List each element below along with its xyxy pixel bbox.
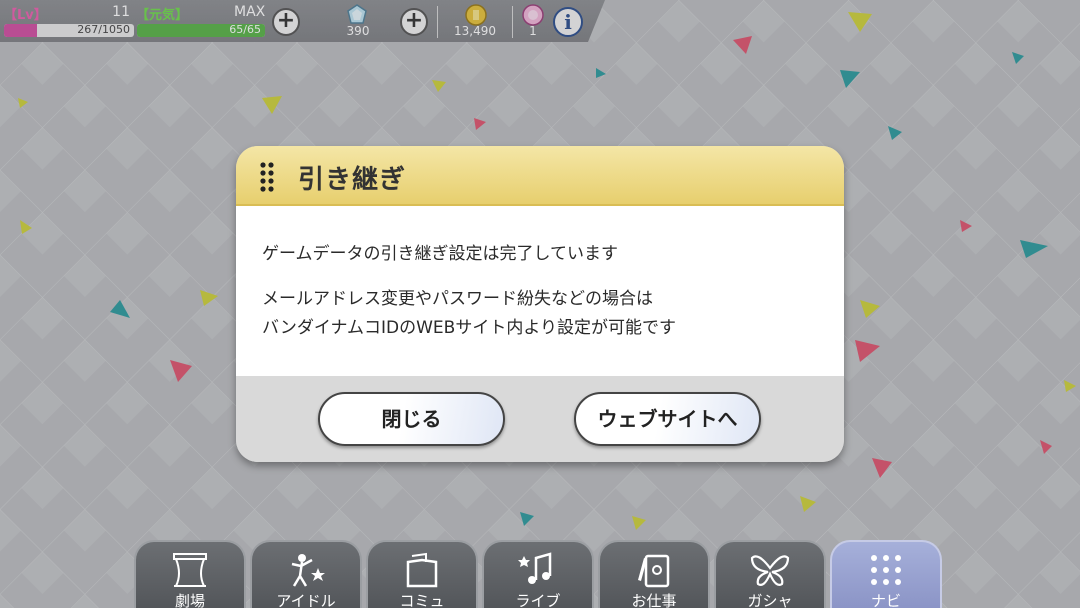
- nav-tab-gacha[interactable]: ガシャ: [714, 540, 826, 608]
- nav-tab-commu[interactable]: コミュ: [366, 540, 478, 608]
- dialog-message-line: メールアドレス変更やパスワード紛失などの場合は: [262, 289, 653, 309]
- nav-label: アイドル: [276, 592, 336, 608]
- dialog-message-line: バンダイナムコIDのWEBサイト内より設定が可能です: [262, 318, 676, 338]
- nav-tab-idol[interactable]: アイドル: [250, 540, 362, 608]
- transfer-dialog: 引き継ぎ ゲームデータの引き継ぎ設定は完了しています メールアドレス変更やパスワ…: [236, 146, 844, 462]
- idol-icon: [291, 554, 325, 587]
- dialog-header: 引き継ぎ: [236, 146, 844, 206]
- commu-icon: [406, 552, 438, 588]
- nav-label: コミュ: [399, 592, 445, 608]
- dialog-body: ゲームデータの引き継ぎ設定は完了しています メールアドレス変更やパスワード紛失な…: [236, 206, 844, 376]
- nav-label: 劇場: [174, 592, 205, 608]
- nav-label: ライブ: [515, 592, 561, 608]
- grip-icon: [260, 162, 274, 192]
- live-icon: [518, 552, 552, 584]
- dialog-title: 引き継ぎ: [298, 165, 407, 195]
- dialog-footer: 閉じる ウェブサイトへ: [236, 376, 844, 462]
- website-button[interactable]: ウェブサイトへ: [574, 392, 761, 446]
- nav-label: お仕事: [631, 592, 677, 608]
- navi-icon: [871, 555, 901, 585]
- gacha-icon: [750, 555, 790, 586]
- work-icon: [638, 554, 670, 588]
- nav-label: ガシャ: [747, 592, 793, 608]
- nav-tab-theater[interactable]: 劇場: [134, 540, 246, 608]
- close-button[interactable]: 閉じる: [318, 392, 505, 446]
- nav-tab-live[interactable]: ライブ: [482, 540, 594, 608]
- nav-label: ナビ: [870, 592, 901, 608]
- theater-icon: [173, 553, 207, 587]
- dialog-message-line: ゲームデータの引き継ぎ設定は完了しています: [262, 244, 618, 264]
- bottom-nav: 劇場 アイドル コミュ ライブ お仕事 ガシャ ナビ: [0, 538, 1080, 608]
- nav-tab-navi[interactable]: ナビ: [830, 540, 942, 608]
- nav-tab-work[interactable]: お仕事: [598, 540, 710, 608]
